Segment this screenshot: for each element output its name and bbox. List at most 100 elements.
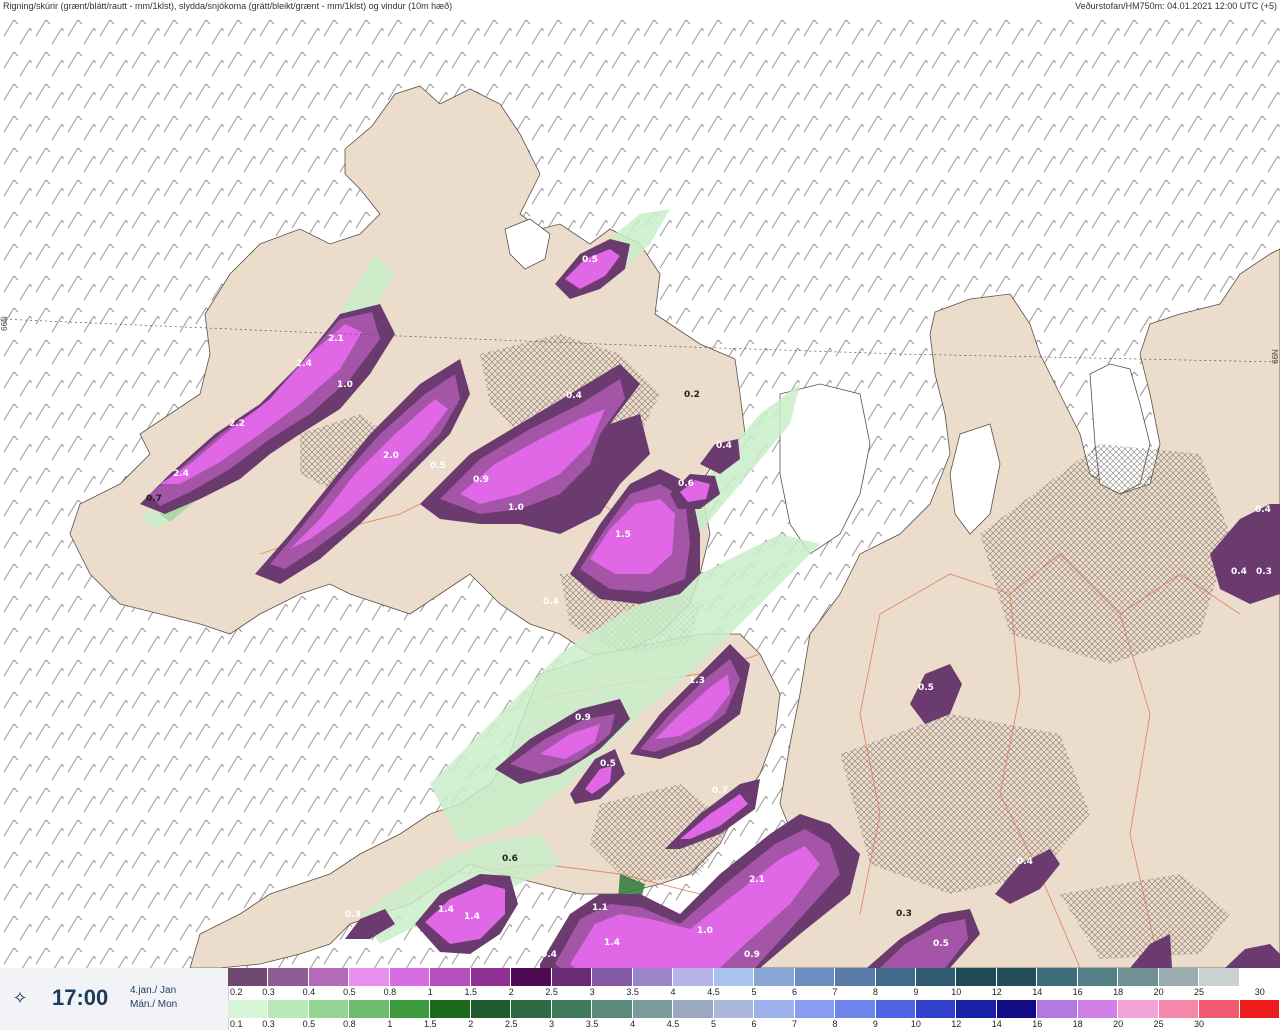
snow-scale-tick: 25 xyxy=(1194,987,1205,997)
precip-label: 1.1 xyxy=(592,903,608,913)
rain-scale-swatch xyxy=(349,1000,390,1018)
rain-scale-swatch xyxy=(754,1000,795,1018)
precip-label: 0.9 xyxy=(744,950,760,960)
rain-scale-tick: 4 xyxy=(630,1019,636,1029)
snow-scale-tick: 12 xyxy=(991,987,1002,997)
rain-scale-swatch xyxy=(956,1000,997,1018)
snow-scale-swatch xyxy=(996,968,1038,986)
snow-scale-tick: 14 xyxy=(1032,987,1043,997)
snow-scale-swatch xyxy=(1158,968,1200,986)
precip-label: 0.4 xyxy=(1255,505,1271,515)
rain-scale-swatch xyxy=(1037,1000,1078,1018)
snow-scale-tick: 2.5 xyxy=(545,987,558,997)
snow-scale-swatch xyxy=(551,968,593,986)
precip-label: 0.4 xyxy=(1017,857,1033,867)
snow-scale-swatch xyxy=(511,968,552,986)
precip-label: 1.4 xyxy=(464,912,480,922)
map-title: Rigning/skúrir (grænt/blátt/rautt - mm/1… xyxy=(3,1,453,11)
precip-label: 0.6 xyxy=(502,854,518,864)
snow-scale-swatch xyxy=(713,968,755,986)
rain-scale-swatch xyxy=(1239,1000,1280,1018)
snow-scale-tick: 10 xyxy=(951,987,962,997)
snow-scale-swatch xyxy=(875,968,916,986)
snow-scale-swatch xyxy=(915,968,957,986)
precip-label: 1.4 xyxy=(604,938,620,948)
rain-scale-swatch xyxy=(794,1000,836,1018)
precip-label: 2.1 xyxy=(749,875,765,885)
snow-scale-tick: 0.5 xyxy=(343,987,356,997)
rain-scale-swatch xyxy=(1118,1000,1159,1018)
rain-color-scale xyxy=(228,1000,1280,1018)
rain-scale-tick: 18 xyxy=(1072,1019,1083,1029)
rain-scale-tick: 8 xyxy=(832,1019,838,1029)
rain-scale-tick: 3.5 xyxy=(585,1019,599,1029)
snow-scale-swatch xyxy=(592,968,633,986)
rain-scale-swatch xyxy=(1077,1000,1119,1018)
snow-scale-tick: 30 xyxy=(1254,987,1265,997)
snow-scale-swatch xyxy=(389,968,431,986)
forecast-map[interactable]: 2.1 2.4 1.0 2.2 2.4 0.7 2.0 0.5 0.9 1.0 … xyxy=(0,14,1280,968)
rain-scale-swatch xyxy=(835,1000,876,1018)
rain-scale-swatch xyxy=(632,1000,674,1018)
precip-label: 1.4 xyxy=(438,905,454,915)
rain-scale-tick: 1.5 xyxy=(424,1019,437,1029)
precip-label: 2.0 xyxy=(383,451,399,461)
precip-label: 0.5 xyxy=(918,683,934,693)
rain-scale-swatch xyxy=(228,1000,269,1018)
rain-scale-tick: 9 xyxy=(872,1019,878,1029)
bottom-panel: ✧ 17:00 4.jan./ Jan Mán./ Mon 0.2 0.3 0.4 0… xyxy=(0,968,1280,1030)
rain-scale-swatch xyxy=(1158,1000,1200,1018)
snow-scale-tick: 4 xyxy=(670,987,676,997)
rain-scale-swatch xyxy=(875,1000,916,1018)
precip-label: 0.9 xyxy=(473,475,489,485)
precip-label: 0.5 xyxy=(430,461,446,471)
rain-scale-tick: 20 xyxy=(1113,1019,1124,1029)
rain-scale-tick: 0.3 xyxy=(262,1019,275,1029)
rain-scale-tick: 16 xyxy=(1032,1019,1043,1029)
time-panel[interactable]: ✧ 17:00 4.jan./ Jan Mán./ Mon xyxy=(0,968,229,1030)
snow-scale-swatch xyxy=(1077,968,1119,986)
precip-label: 0.2 xyxy=(684,390,700,400)
precip-label: 0.6 xyxy=(678,479,694,489)
snow-scale-tick: 5 xyxy=(751,987,757,997)
rain-scale-tick: 6 xyxy=(751,1019,757,1029)
rain-scale-tick: 1 xyxy=(387,1019,393,1029)
rain-scale-swatch xyxy=(551,1000,593,1018)
precip-label: 0.5 xyxy=(582,255,598,265)
precip-label: 0.4 xyxy=(543,597,559,607)
play-forward-icon[interactable]: ✧ xyxy=(10,988,30,1008)
rain-scale-tick: 0.8 xyxy=(343,1019,356,1029)
precip-label: 0.5 xyxy=(600,759,616,769)
model-run-info: Veðurstofan/HM750m: 04.01.2021 12:00 UTC… xyxy=(1075,1,1277,11)
snow-scale-tick: 7 xyxy=(832,987,838,997)
precip-label: 1.3 xyxy=(689,676,705,686)
rain-scale-swatch xyxy=(915,1000,957,1018)
snow-scale-tick: 0.3 xyxy=(262,987,275,997)
snow-scale-swatch xyxy=(1199,968,1240,986)
snow-scale-swatch xyxy=(835,968,876,986)
snow-scale-tick: 1 xyxy=(427,987,433,997)
precip-label: 0.3 xyxy=(896,909,912,919)
forecast-date-line1: 4.jan./ Jan xyxy=(130,985,177,996)
rain-scale-tick: 2.5 xyxy=(504,1019,518,1029)
snow-scale-swatch xyxy=(1118,968,1159,986)
rain-scale-tick: 7 xyxy=(791,1019,797,1029)
latitude-label-left: 66N xyxy=(0,316,9,331)
snow-scale-tick: 3.5 xyxy=(626,987,639,997)
rain-scale-swatch xyxy=(430,1000,471,1018)
rain-scale-tick: 30 xyxy=(1194,1019,1205,1029)
snow-scale-swatch xyxy=(794,968,836,986)
rain-scale-ticks: 0.1 0.3 0.5 0.8 1 1.5 2 2.5 3 3.5 4 4.5 5 6 7 8 9 10 12 14 1… xyxy=(228,1019,1280,1031)
snow-scale-swatch xyxy=(228,968,269,986)
precip-label: 0.5 xyxy=(933,939,949,949)
forecast-time: 17:00 xyxy=(52,985,109,1010)
rain-scale-swatch xyxy=(713,1000,755,1018)
snow-scale-swatch xyxy=(673,968,714,986)
snow-scale-tick: 0.2 xyxy=(230,987,243,997)
rain-scale-tick: 25 xyxy=(1153,1019,1164,1029)
snow-scale-tick: 0.8 xyxy=(383,987,397,997)
snow-scale-swatch xyxy=(632,968,674,986)
snow-color-scale xyxy=(228,968,1280,986)
latitude-label-right: 66N xyxy=(1271,349,1280,364)
snow-scale-swatch xyxy=(956,968,997,986)
